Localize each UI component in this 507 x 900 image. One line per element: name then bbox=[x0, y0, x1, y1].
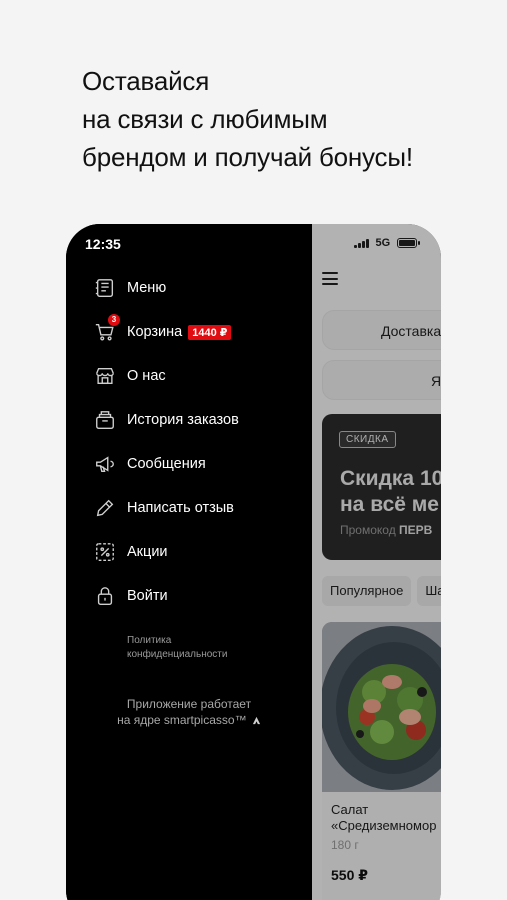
category-popular[interactable]: Популярное bbox=[322, 576, 412, 606]
drawer-item-label: История заказов bbox=[127, 412, 239, 428]
discount-icon bbox=[96, 543, 114, 561]
drawer-item-about[interactable]: О нас bbox=[94, 364, 166, 388]
battery-icon bbox=[397, 238, 421, 248]
promo-code-label: Промокод bbox=[340, 523, 396, 537]
cart-count-badge: 3 bbox=[108, 314, 120, 326]
promo-title: Скидка 10 на всё ме bbox=[340, 466, 441, 518]
product-image bbox=[322, 622, 441, 792]
drawer-item-label: Акции bbox=[127, 544, 168, 560]
lock-icon bbox=[97, 587, 113, 605]
privacy-policy-link[interactable]: Политика конфиденциальности bbox=[127, 634, 227, 662]
signal-icon bbox=[354, 238, 369, 248]
product-name: Салат «Средиземномор bbox=[331, 802, 436, 834]
drawer-item-cart[interactable]: 3 Корзина 1440 ₽ bbox=[94, 314, 232, 344]
product-name-line-1: Салат bbox=[331, 802, 369, 817]
drawer-item-promotions[interactable]: Акции bbox=[94, 540, 168, 564]
promo-title-line-1: Скидка 10 bbox=[340, 467, 441, 490]
privacy-policy-line-2: конфиденциальности bbox=[127, 649, 228, 660]
privacy-policy-line-1: Политика bbox=[127, 635, 172, 646]
pencil-icon bbox=[96, 499, 114, 517]
promo-code-value: ПЕРВ bbox=[399, 523, 433, 537]
drawer-item-order-history[interactable]: История заказов bbox=[94, 408, 239, 432]
cart-icon-wrap: 3 bbox=[94, 314, 120, 343]
network-label: 5G bbox=[375, 237, 391, 249]
drawer-item-label: Меню bbox=[127, 280, 167, 296]
category-next[interactable]: Ша bbox=[417, 576, 441, 606]
drawer-item-label: Корзина bbox=[127, 324, 183, 340]
powered-by-line-2: на ядре smartpicasso™ bbox=[117, 713, 247, 727]
promo-banner[interactable]: СКИДКА Скидка 10 на всё ме Промокод ПЕРВ bbox=[322, 414, 441, 560]
second-tab[interactable]: Ядр bbox=[322, 360, 441, 400]
order-history-icon bbox=[96, 411, 114, 429]
product-weight: 180 г bbox=[331, 838, 359, 852]
hamburger-menu-icon[interactable] bbox=[322, 272, 338, 289]
drawer-item-review[interactable]: Написать отзыв bbox=[94, 496, 234, 520]
cart-total-badge: 1440 ₽ bbox=[188, 324, 232, 340]
drawer-item-label: Сообщения bbox=[127, 456, 206, 472]
drawer-item-menu[interactable]: Меню bbox=[94, 276, 166, 300]
drawer-item-label: Войти bbox=[127, 588, 168, 604]
promo-badge: СКИДКА bbox=[339, 431, 396, 448]
headline: Оставайся на связи с любимым брендом и п… bbox=[82, 62, 413, 176]
headline-line-2: на связи с любимым bbox=[82, 104, 328, 134]
status-indicators: 5G bbox=[354, 237, 421, 249]
phone-mockup: 5G Доставка Ядр СКИДКА Скидка 10 на всё … bbox=[66, 224, 441, 900]
smartpicasso-logo-icon bbox=[252, 716, 261, 725]
powered-by: Приложение работает на ядре smartpicasso… bbox=[66, 696, 312, 728]
side-drawer: 12:35 Меню 3 Корзина 1440 ₽ О нас Истори… bbox=[66, 224, 312, 900]
drawer-item-login[interactable]: Войти bbox=[94, 584, 168, 608]
product-name-line-2: «Средиземномор bbox=[331, 818, 437, 833]
status-time: 12:35 bbox=[85, 236, 121, 252]
menu-book-icon bbox=[95, 279, 114, 297]
headline-line-3: брендом и получай бонусы! bbox=[82, 142, 413, 172]
category-tabs: Популярное Ша bbox=[322, 576, 441, 606]
salad-image-icon bbox=[322, 622, 441, 792]
powered-by-line-1: Приложение работает bbox=[126, 697, 252, 711]
powered-by-line-2-wrap: на ядре smartpicasso™ bbox=[66, 712, 312, 728]
drawer-item-label: О нас bbox=[127, 368, 166, 384]
drawer-item-label: Написать отзыв bbox=[127, 500, 234, 516]
promo-title-line-2: на всё ме bbox=[340, 493, 439, 516]
drawer-item-messages[interactable]: Сообщения bbox=[94, 452, 206, 476]
megaphone-icon bbox=[96, 456, 114, 473]
headline-line-1: Оставайся bbox=[82, 66, 210, 96]
product-price: 550 ₽ bbox=[331, 867, 368, 883]
delivery-tab[interactable]: Доставка bbox=[322, 310, 441, 350]
store-icon bbox=[96, 367, 114, 385]
app-main-screen: 5G Доставка Ядр СКИДКА Скидка 10 на всё … bbox=[312, 224, 441, 900]
product-card[interactable]: Салат «Средиземномор 180 г 550 ₽ bbox=[322, 622, 441, 900]
promo-code: Промокод ПЕРВ bbox=[340, 523, 432, 537]
